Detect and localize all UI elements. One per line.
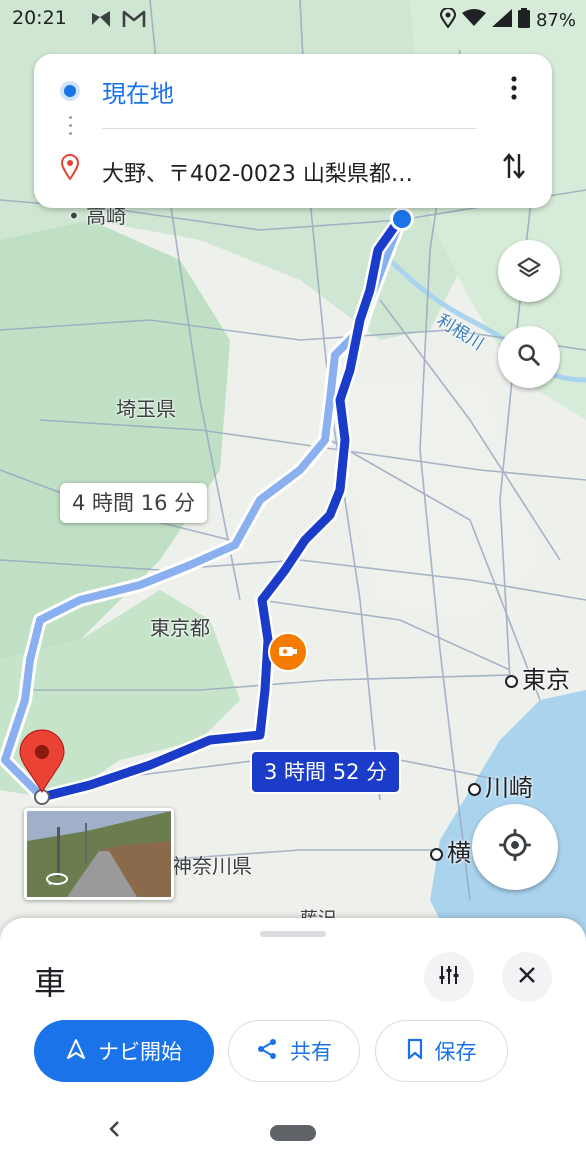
back-button[interactable] [102, 1118, 126, 1144]
map-search-button[interactable] [498, 326, 560, 388]
share-label: 共有 [290, 1040, 332, 1064]
travel-mode-title: 車 [34, 964, 67, 1002]
swap-vert-icon [501, 151, 527, 185]
alternative-route-duration[interactable]: 4 時間 16 分 [60, 483, 208, 523]
bottom-sheet: 車 ナビ開始 共有 保存 [0, 918, 586, 1172]
status-bar: 20:21 87% [0, 0, 586, 40]
messenger-notification-icon [90, 9, 112, 33]
layers-button[interactable] [498, 240, 560, 302]
map-label-yokohama: 横 [430, 833, 471, 868]
my-location-button[interactable] [472, 804, 558, 890]
location-status-icon [439, 7, 456, 33]
wifi-icon [461, 9, 486, 32]
route-options-button[interactable] [424, 952, 474, 1002]
gmail-notification-icon [122, 9, 146, 33]
speed-camera-icon[interactable] [268, 632, 308, 672]
map-label-tokyo-to: 東京都 [150, 616, 210, 640]
map-label-tokyo: 東京 [505, 660, 570, 695]
tune-icon [438, 964, 460, 990]
status-time: 20:21 [12, 7, 67, 29]
destination-field[interactable]: 大野、〒402-0023 山梨県都… [102, 156, 413, 188]
navigation-arrow-icon [66, 1038, 86, 1065]
share-icon [256, 1038, 278, 1065]
start-navigation-label: ナビ開始 [98, 1040, 182, 1064]
directions-card: 現在地 大野、〒402-0023 山梨県都… [34, 54, 552, 208]
battery-icon [517, 8, 530, 33]
close-icon [518, 966, 536, 988]
more-vert-icon [511, 76, 517, 104]
save-button[interactable]: 保存 [375, 1020, 508, 1082]
start-navigation-button[interactable]: ナビ開始 [34, 1020, 214, 1082]
swap-route-button[interactable] [496, 150, 532, 186]
destination-marker-icon [60, 154, 80, 184]
street-view-rotate-icon [45, 871, 69, 890]
my-location-icon [496, 826, 534, 868]
route-connector [69, 116, 72, 140]
map-label-kawasaki: 川崎 [468, 768, 533, 803]
origin-field[interactable]: 現在地 [102, 74, 174, 109]
home-gesture-bar[interactable] [270, 1125, 316, 1141]
share-button[interactable]: 共有 [228, 1020, 360, 1082]
divider [102, 128, 476, 129]
close-button[interactable] [502, 952, 552, 1002]
search-icon [515, 341, 543, 373]
cell-signal-icon [491, 9, 512, 32]
origin-dot-icon [64, 85, 76, 97]
map-label-kanagawa: 神奈川県 [172, 854, 252, 878]
main-route-duration[interactable]: 3 時間 52 分 [250, 750, 402, 794]
street-view-thumbnail[interactable] [24, 808, 174, 900]
map-label-saitama: 埼玉県 [116, 397, 176, 421]
drag-handle[interactable] [260, 931, 326, 937]
more-options-button[interactable] [496, 72, 532, 108]
chevron-left-icon [108, 1120, 120, 1142]
layers-icon [515, 255, 543, 287]
save-label: 保存 [434, 1040, 477, 1064]
battery-percent: 87% [535, 10, 576, 31]
bookmark-icon [407, 1038, 423, 1065]
